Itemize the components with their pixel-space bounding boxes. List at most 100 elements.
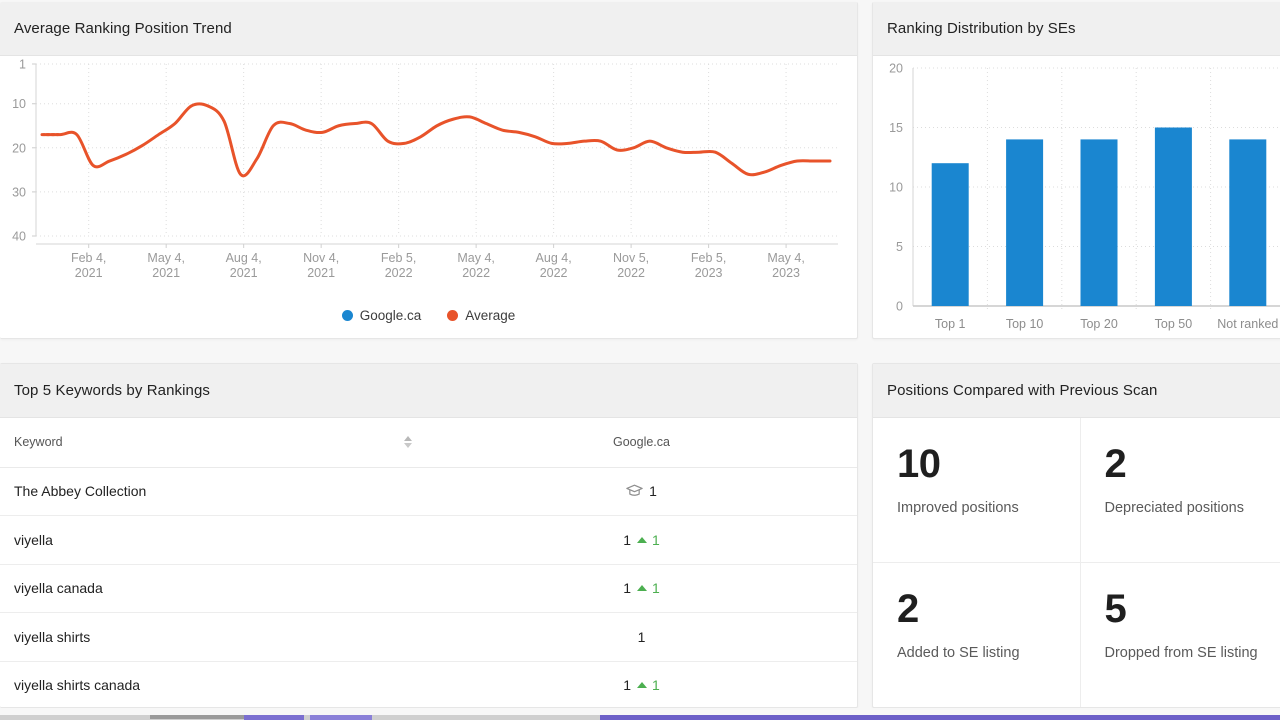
svg-text:10: 10 [12,97,26,111]
rank-delta-up: 1 [637,677,660,693]
rank-number: 1 [623,580,631,597]
keywords-table-head: Keyword Google.ca [0,418,857,468]
dashboard-root: Average Ranking Position Trend 1 10 20 30 40… [0,0,1280,720]
svg-text:May 4,: May 4, [457,251,495,265]
rank-cell-google-ca: 11 [426,515,857,565]
svg-text:10: 10 [889,181,903,195]
rank-delta-up: 1 [637,532,660,548]
table-row[interactable]: viyella shirts 1 [0,612,857,662]
svg-text:Aug 4,: Aug 4, [226,251,262,265]
keyword-cell: viyella [0,515,426,565]
rank-cell-google-ca: 11 [426,661,857,707]
stat-card: 5 Dropped from SE listing [1081,563,1280,707]
keyword-cell: The Abbey Collection [0,467,426,516]
stat-label: Depreciated positions [1104,500,1244,516]
bottom-edge-strip [0,708,1280,720]
rank-value-group: 1 [440,629,843,645]
line-chart-legend: Google.ca Average [0,308,857,323]
svg-text:20: 20 [12,141,26,155]
stat-value: 2 [1104,442,1127,486]
legend-color-swatch-average [447,310,459,321]
panel-header-trend: Average Ranking Position Trend [0,2,857,56]
panel-title-keywords: Top 5 Keywords by Rankings [14,382,211,399]
rank-value-group: 11 [440,580,843,596]
graduation-cap-icon [626,484,643,498]
panel-top-5-keywords-by-rankings: Top 5 Keywords by Rankings Keyword Googl… [0,363,858,708]
panel-title-trend: Average Ranking Position Trend [14,20,232,37]
bar-chart-svg: 0 5 10 15 20 Top 1 Top 10 Top 20 Top 50 Not ranke… [889,62,1280,331]
svg-text:Nov 4,: Nov 4, [303,251,339,265]
table-row[interactable]: viyella canada 1 1 [0,564,857,613]
table-row[interactable]: viyella 1 1 [0,515,857,565]
svg-text:2021: 2021 [307,266,335,280]
column-header-google-ca-label: Google.ca [613,435,670,450]
keyword-cell: viyella canada [0,564,426,613]
rank-value-group: 11 [440,532,843,548]
svg-text:1: 1 [19,58,26,72]
rank-cell-google-ca: 11 [426,564,857,613]
svg-text:15: 15 [889,121,903,135]
rank-delta-up: 1 [637,580,660,596]
keywords-table-body: The Abbey Collection 1 viyella 1 1 viyella ca… [0,467,857,707]
table-header-row: Keyword Google.ca [0,418,857,468]
stat-value: 2 [897,587,919,631]
sort-icon-keyword[interactable] [404,436,412,449]
panel-header-positions: Positions Compared with Previous Scan [873,364,1280,418]
stat-card: 2 Added to SE listing [873,563,1081,707]
svg-text:40: 40 [12,230,26,244]
svg-text:2021: 2021 [152,266,180,280]
svg-text:2022: 2022 [617,266,645,280]
svg-text:0: 0 [896,300,903,314]
legend-label-google-ca: Google.ca [359,308,422,323]
svg-text:Top 1: Top 1 [935,317,966,331]
bottom-strip-purple-bar [600,715,1280,720]
panel-title-positions: Positions Compared with Previous Scan [887,382,1158,399]
svg-text:Top 50: Top 50 [1155,317,1193,331]
column-header-keyword[interactable]: Keyword [0,418,426,468]
svg-text:2021: 2021 [75,266,103,280]
legend-item-google-ca[interactable]: Google.ca [341,308,422,323]
svg-text:2023: 2023 [772,266,800,280]
svg-text:Top 10: Top 10 [1006,317,1044,331]
keyword-cell: viyella shirts canada [0,661,426,707]
svg-text:30: 30 [12,185,26,199]
column-header-keyword-label: Keyword [14,435,63,450]
rank-number: 1 [623,677,631,694]
svg-text:Feb 4,: Feb 4, [71,251,106,265]
table-row[interactable]: viyella shirts canada 1 1 [0,661,857,707]
stat-label: Added to SE listing [897,645,1020,661]
rank-value-group: 11 [440,677,843,693]
legend-color-swatch-google-ca [341,310,353,321]
svg-text:2022: 2022 [385,266,413,280]
stat-label: Improved positions [897,500,1019,516]
positions-stats-grid: 10 Improved positions 2 Depreciated positio… [873,418,1280,707]
rank-value-group: 1 [440,483,843,499]
panel-title-distribution: Ranking Distribution by SEs [887,20,1076,37]
column-header-google-ca[interactable]: Google.ca [426,418,857,468]
svg-text:2021: 2021 [230,266,258,280]
panel-positions-compared-with-previous-scan: Positions Compared with Previous Scan 10… [872,363,1280,708]
svg-text:Top 20: Top 20 [1080,317,1118,331]
rank-number: 1 [649,483,657,500]
arrow-up-icon [637,682,647,689]
table-row[interactable]: The Abbey Collection 1 [0,467,857,516]
arrow-up-icon [637,585,647,592]
svg-text:5: 5 [896,240,903,254]
rank-delta-value: 1 [652,531,660,548]
svg-text:May 4,: May 4, [147,251,185,265]
stat-card: 2 Depreciated positions [1080,418,1280,563]
legend-item-average[interactable]: Average [447,308,515,323]
bottom-strip-purple-segment-1 [244,715,304,720]
line-chart-body: 1 10 20 30 40 Feb 4, 2021 May 4, 2021 Aug 4, 2021 N… [0,56,857,338]
rank-delta-value: 1 [652,677,660,694]
rank-cell-google-ca: 1 [426,467,857,516]
panel-header-distribution: Ranking Distribution by SEs [873,2,1280,56]
stat-value: 5 [1104,587,1127,631]
svg-text:2022: 2022 [462,266,490,280]
keywords-table: Keyword Google.ca The Abbey Collection 1 v… [0,418,857,707]
svg-text:Aug 4,: Aug 4, [536,251,572,265]
rank-cell-google-ca: 1 [426,612,857,662]
stat-value: 10 [897,442,941,486]
keyword-cell: viyella shirts [0,612,426,662]
svg-text:2022: 2022 [540,266,568,280]
